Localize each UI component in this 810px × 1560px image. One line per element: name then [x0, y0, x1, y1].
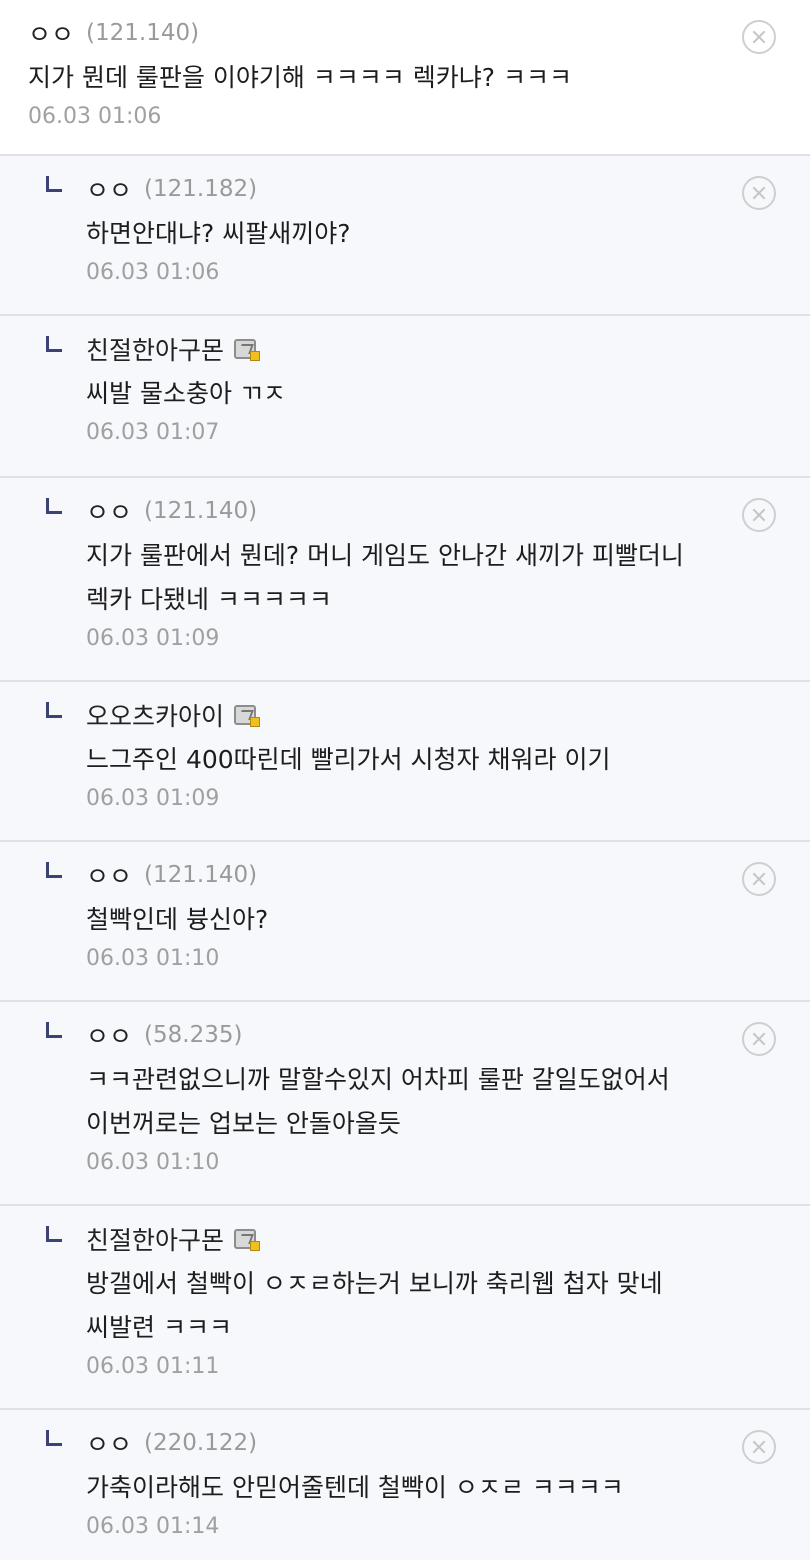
reply-item: ㅇㅇ (121.140) 지가 룰판에서 뭔데? 머니 게임도 안나간 새끼가 …	[0, 478, 810, 682]
delete-comment-button[interactable]	[742, 1022, 776, 1056]
reply-item: ㅇㅇ (121.140) 철빡인데 븅신아? 06.03 01:10	[0, 842, 810, 1002]
comment-date: 06.03 01:14	[86, 1514, 220, 1539]
gallery-member-icon	[234, 1229, 261, 1251]
comment-nickname[interactable]: 친절한아구몬	[86, 1221, 224, 1257]
comment-ip: (121.140)	[86, 20, 200, 46]
reply-arrow-icon	[46, 336, 62, 352]
reply-arrow-icon	[46, 1226, 62, 1242]
comment-nickname[interactable]: ㅇㅇ	[86, 1425, 132, 1461]
comment-nickname[interactable]: 오오츠카아이	[86, 697, 224, 733]
comment-ip: (58.235)	[144, 1022, 243, 1048]
reply-arrow-icon	[46, 862, 62, 878]
comment-nickname[interactable]: ㅇㅇ	[86, 857, 132, 893]
comment-header: ㅇㅇ (58.235)	[86, 1016, 730, 1054]
reply-arrow-icon	[46, 498, 62, 514]
comment-nickname[interactable]: 친절한아구몬	[86, 331, 224, 367]
comment-text: 가축이라해도 안믿어줄텐데 철빡이 ㅇㅈㄹ ㅋㅋㅋㅋ	[86, 1473, 624, 1502]
comment-text: 느그주인 400따린데 빨리가서 시청자 채워라 이기	[86, 745, 611, 774]
comment-date: 06.03 01:06	[28, 104, 162, 129]
reply-item: ㅇㅇ (58.235) ㅋㅋ관련없으니까 말할수있지 어차피 룰판 갈일도없어서…	[0, 1002, 810, 1206]
comment-date: 06.03 01:07	[86, 420, 220, 445]
comment-text: 지가 뭔데 룰판을 이야기해 ㅋㅋㅋㅋ 렉카냐? ㅋㅋㅋ	[28, 63, 572, 92]
comment-text: 씨발 물소충아 ㄲㅈ	[86, 379, 286, 408]
comment-header: ㅇㅇ (121.140)	[86, 856, 730, 894]
comment-ip: (121.140)	[144, 498, 258, 524]
comment-ip: (121.182)	[144, 176, 258, 202]
delete-comment-button[interactable]	[742, 1430, 776, 1464]
comment-item: ㅇㅇ (121.140) 지가 뭔데 룰판을 이야기해 ㅋㅋㅋㅋ 렉카냐? ㅋㅋ…	[0, 0, 810, 156]
comment-date: 06.03 01:10	[86, 1150, 220, 1175]
gallery-member-icon	[234, 339, 261, 361]
comment-header: 친절한아구몬	[86, 330, 730, 368]
comment-date: 06.03 01:09	[86, 786, 220, 811]
comment-text: 하면안대냐? 씨팔새끼야?	[86, 219, 351, 248]
reply-arrow-icon	[46, 176, 62, 192]
reply-item: 친절한아구몬 씨발 물소충아 ㄲㅈ 06.03 01:07	[0, 316, 810, 478]
comment-header: ㅇㅇ (121.140)	[28, 14, 730, 52]
reply-item: 친절한아구몬 방갤에서 철빡이 ㅇㅈㄹ하는거 보니까 축리웹 첩자 맞네 씨발련…	[0, 1206, 810, 1410]
comment-nickname[interactable]: ㅇㅇ	[86, 171, 132, 207]
comment-date: 06.03 01:10	[86, 946, 220, 971]
delete-comment-button[interactable]	[742, 862, 776, 896]
comment-date: 06.03 01:06	[86, 260, 220, 285]
delete-comment-button[interactable]	[742, 20, 776, 54]
reply-item: ㅇㅇ (121.182) 하면안대냐? 씨팔새끼야? 06.03 01:06	[0, 156, 810, 316]
delete-comment-button[interactable]	[742, 498, 776, 532]
comment-text: 철빡인데 븅신아?	[86, 905, 269, 934]
comment-header: ㅇㅇ (121.182)	[86, 170, 730, 208]
reply-item: ㅇㅇ (220.122) 가축이라해도 안믿어줄텐데 철빡이 ㅇㅈㄹ ㅋㅋㅋㅋ …	[0, 1410, 810, 1560]
comment-date: 06.03 01:11	[86, 1354, 220, 1379]
comment-text: ㅋㅋ관련없으니까 말할수있지 어차피 룰판 갈일도없어서 이번꺼로는 업보는 안…	[86, 1065, 670, 1138]
comment-header: 오오츠카아이	[86, 696, 730, 734]
comment-header: ㅇㅇ (121.140)	[86, 492, 730, 530]
gallery-member-icon	[234, 705, 261, 727]
comment-ip: (220.122)	[144, 1430, 258, 1456]
comment-nickname[interactable]: ㅇㅇ	[86, 1017, 132, 1053]
comment-nickname[interactable]: ㅇㅇ	[86, 493, 132, 529]
reply-arrow-icon	[46, 702, 62, 718]
comment-text: 방갤에서 철빡이 ㅇㅈㄹ하는거 보니까 축리웹 첩자 맞네 씨발련 ㅋㅋㅋ	[86, 1269, 663, 1342]
comment-ip: (121.140)	[144, 862, 258, 888]
reply-item: 오오츠카아이 느그주인 400따린데 빨리가서 시청자 채워라 이기 06.03…	[0, 682, 810, 842]
delete-comment-button[interactable]	[742, 176, 776, 210]
comment-header: ㅇㅇ (220.122)	[86, 1424, 730, 1462]
comment-header: 친절한아구몬	[86, 1220, 730, 1258]
comment-nickname[interactable]: ㅇㅇ	[28, 15, 74, 51]
reply-arrow-icon	[46, 1430, 62, 1446]
reply-arrow-icon	[46, 1022, 62, 1038]
comment-thread: ㅇㅇ (121.140) 지가 뭔데 룰판을 이야기해 ㅋㅋㅋㅋ 렉카냐? ㅋㅋ…	[0, 0, 810, 1560]
comment-text: 지가 룰판에서 뭔데? 머니 게임도 안나간 새끼가 피빨더니 렉카 다됐네 ㅋ…	[86, 541, 684, 614]
comment-date: 06.03 01:09	[86, 626, 220, 651]
